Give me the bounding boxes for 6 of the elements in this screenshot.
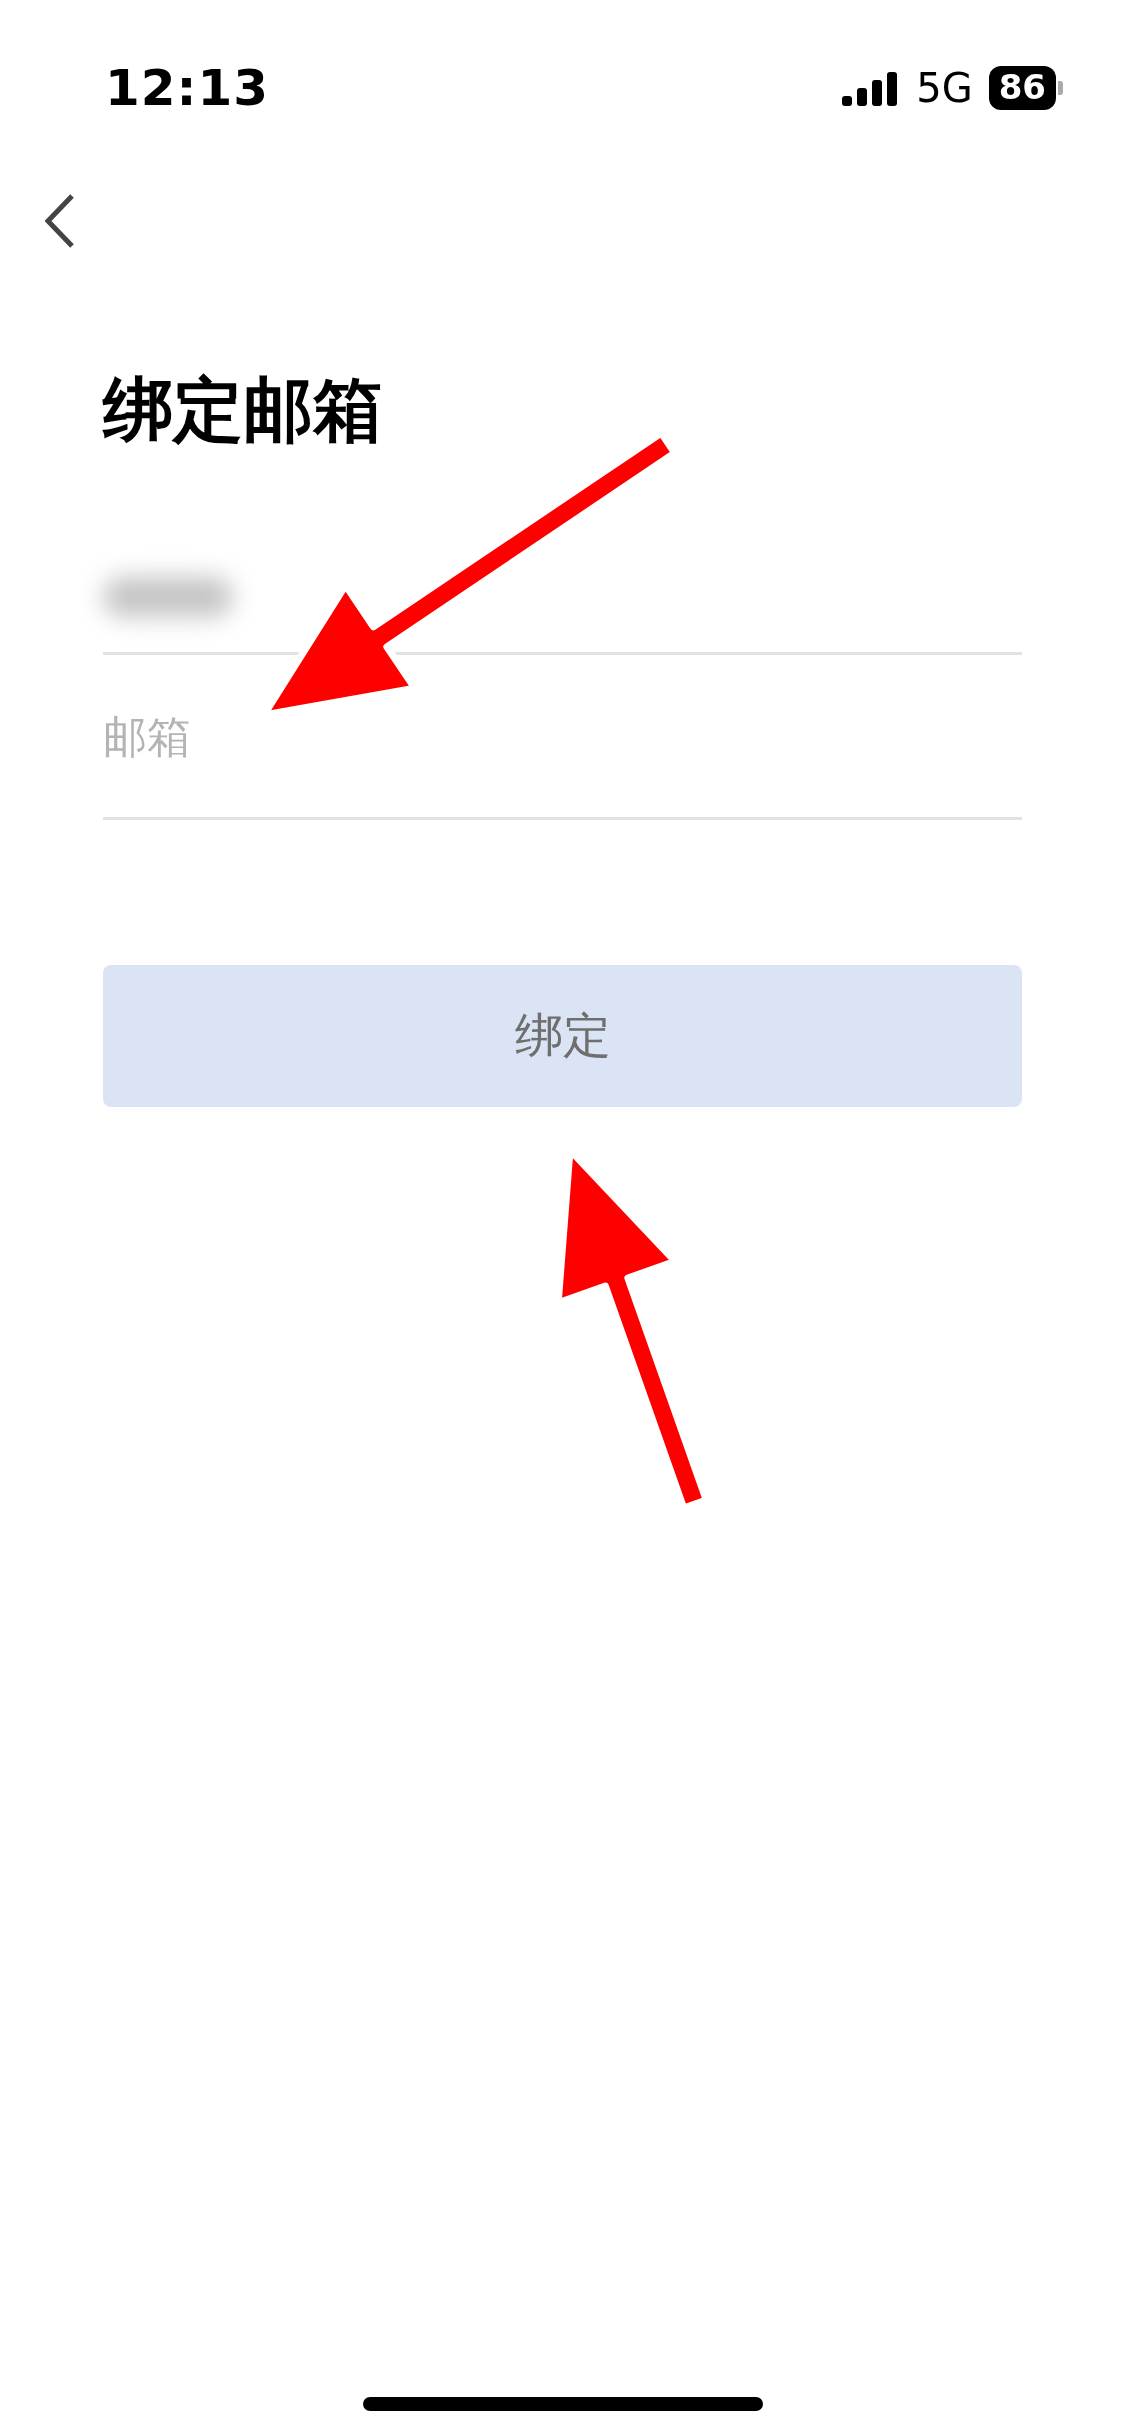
back-icon [45,193,75,249]
battery-cap-icon [1058,81,1063,95]
status-time: 12:13 [105,59,270,117]
network-type: 5G [916,65,973,111]
battery-level: 86 [988,66,1056,110]
page-title: 绑定邮箱 [103,368,384,452]
